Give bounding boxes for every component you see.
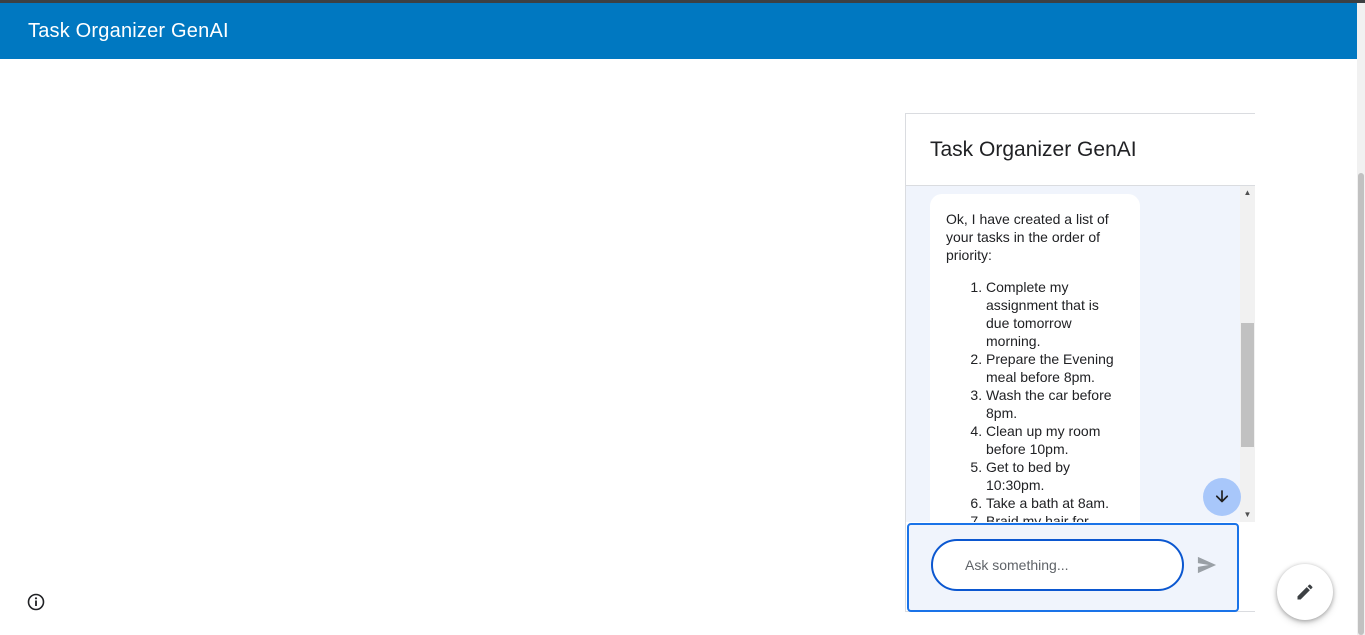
task-list: Complete my assignment that is due tomor… bbox=[946, 278, 1124, 522]
chat-panel: Task Organizer GenAI Ok, I have created … bbox=[905, 113, 1255, 612]
chat-messages: Ok, I have created a list of your tasks … bbox=[906, 186, 1240, 522]
pencil-icon bbox=[1297, 584, 1313, 600]
chat-input-area bbox=[907, 523, 1239, 612]
assistant-message: Ok, I have created a list of your tasks … bbox=[930, 194, 1140, 522]
task-item: Clean up my room before 10pm. bbox=[986, 422, 1124, 458]
task-item: Braid my hair for bbox=[986, 512, 1124, 522]
task-item: Take a bath at 8am. bbox=[986, 494, 1124, 512]
message-intro: Ok, I have created a list of your tasks … bbox=[946, 211, 1109, 263]
send-icon bbox=[1197, 556, 1217, 574]
scroll-to-bottom-button[interactable] bbox=[1203, 478, 1241, 516]
chat-scroll-thumb[interactable] bbox=[1241, 323, 1254, 447]
task-item: Get to bed by 10:30pm. bbox=[986, 458, 1124, 494]
chat-header: Task Organizer GenAI bbox=[906, 114, 1255, 186]
scroll-down-arrow-icon[interactable]: ▼ bbox=[1240, 508, 1255, 522]
info-icon[interactable] bbox=[26, 592, 46, 612]
arrow-down-icon bbox=[1215, 490, 1229, 503]
page-scrollbar[interactable] bbox=[1357, 3, 1365, 635]
task-item: Wash the car before 8pm. bbox=[986, 386, 1124, 422]
send-button[interactable] bbox=[1193, 552, 1221, 578]
app-title: Task Organizer GenAI bbox=[28, 19, 229, 42]
task-item: Prepare the Evening meal before 8pm. bbox=[986, 350, 1124, 386]
scroll-up-arrow-icon[interactable]: ▲ bbox=[1240, 186, 1255, 200]
page-scroll-thumb[interactable] bbox=[1358, 173, 1364, 635]
edit-button[interactable] bbox=[1277, 564, 1333, 620]
ask-input[interactable] bbox=[931, 539, 1184, 591]
task-item: Complete my assignment that is due tomor… bbox=[986, 278, 1124, 350]
chat-scrollbar[interactable]: ▲ ▼ bbox=[1240, 186, 1255, 522]
app-header: Task Organizer GenAI bbox=[0, 3, 1357, 59]
chat-title: Task Organizer GenAI bbox=[930, 137, 1137, 161]
